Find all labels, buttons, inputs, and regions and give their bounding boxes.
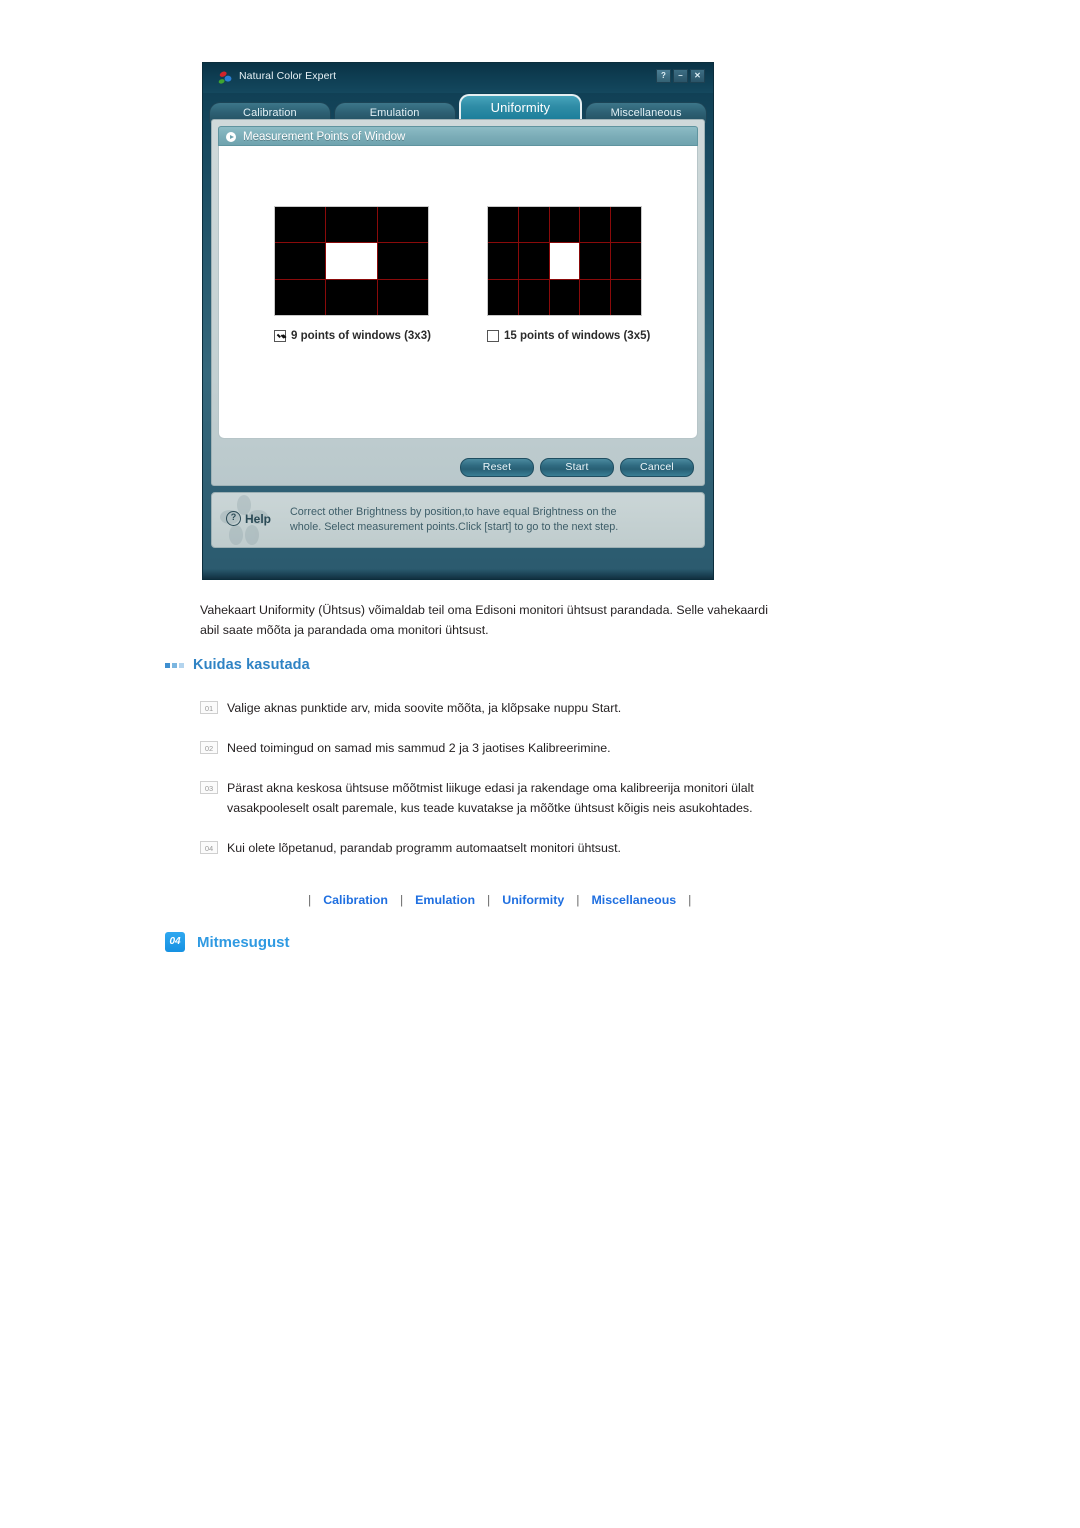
grid-cell (580, 243, 611, 279)
list-item: 04 Kui olete lõpetanud, parandab program… (200, 838, 780, 858)
reset-button[interactable]: Reset (460, 458, 534, 477)
grid-cell (611, 243, 641, 279)
grid-cell-lit (326, 243, 377, 279)
bottom-section-heading: 04 Mitmesugust (165, 932, 290, 952)
nav-link-emulation[interactable]: Emulation (415, 893, 475, 907)
checkbox-9-points[interactable] (274, 330, 286, 342)
grid-cell (377, 279, 428, 315)
window-titlebar: Natural Color Expert ? – ✕ (203, 63, 713, 93)
play-circle-icon (226, 132, 236, 142)
step-number: 03 (200, 781, 218, 794)
window-controls: ? – ✕ (656, 69, 705, 83)
close-button[interactable]: ✕ (690, 69, 705, 83)
grid-cell (611, 279, 641, 315)
color-dots-logo-icon (218, 71, 232, 84)
natural-color-expert-window: Natural Color Expert ? – ✕ Calibration E… (202, 62, 714, 580)
bullet-squares-icon (165, 662, 184, 668)
nav-separator: | (576, 893, 580, 907)
grid-cell (275, 243, 326, 279)
list-item: 02 Need toimingud on samad mis sammud 2 … (200, 738, 780, 758)
nav-separator: | (688, 893, 692, 907)
grid-cell (549, 207, 580, 243)
grid-cell (488, 243, 518, 279)
option-9-points[interactable]: 9 points of windows (3x3) (274, 206, 431, 342)
grid-cell (377, 207, 428, 243)
tab-bar: Calibration Emulation Uniformity Miscell… (209, 93, 707, 123)
checkbox-label-15-points: 15 points of windows (3x5) (504, 330, 651, 342)
grid-cell (326, 207, 377, 243)
grid-cell (518, 207, 549, 243)
nav-separator: | (487, 893, 491, 907)
help-button[interactable]: ? (656, 69, 671, 83)
intro-paragraph: Vahekaart Uniformity (Ühtsus) võimaldab … (200, 603, 768, 637)
steps-list: 01 Valige aknas punktide arv, mida soovi… (200, 698, 780, 878)
step-text: Kui olete lõpetanud, parandab programm a… (227, 841, 621, 855)
grid-cell (488, 207, 518, 243)
step-text: Need toimingud on samad mis sammud 2 ja … (227, 741, 611, 755)
step-text: Pärast akna keskosa ühtsuse mõõtmist lii… (227, 781, 754, 815)
grid-cell (377, 243, 428, 279)
checkbox-row-15-points[interactable]: 15 points of windows (3x5) (487, 330, 650, 342)
page-nav-links: | Calibration | Emulation | Uniformity |… (296, 893, 703, 907)
grid-preview-3x5 (487, 206, 642, 316)
section-badge: 04 (165, 932, 185, 952)
help-label: Help (245, 511, 272, 526)
nav-link-miscellaneous[interactable]: Miscellaneous (591, 893, 676, 907)
help-text: Correct other Brightness by position,to … (290, 505, 696, 535)
measurement-grid-options: 9 points of windows (3x3) 15 points of w… (219, 146, 697, 342)
grid-cell (275, 207, 326, 243)
grid-cell (326, 279, 377, 315)
grid-cell (549, 279, 580, 315)
grid-cell (488, 279, 518, 315)
nav-separator: | (399, 893, 404, 907)
question-circle-icon: ? (226, 511, 241, 526)
action-buttons: Reset Start Cancel (460, 458, 694, 477)
group-body: 9 points of windows (3x3) 15 points of w… (218, 146, 698, 439)
bottom-section-title: Mitmesugust (197, 933, 290, 951)
list-item: 01 Valige aknas punktide arv, mida soovi… (200, 698, 780, 718)
checkbox-label-9-points: 9 points of windows (3x3) (291, 330, 431, 342)
group-header-label: Measurement Points of Window (243, 131, 406, 143)
help-text-line2: whole. Select measurement points.Click [… (290, 521, 619, 533)
section-title: Kuidas kasutada (193, 657, 310, 673)
uniformity-panel: Measurement Points of Window 9 points of… (211, 119, 705, 486)
help-bar: ? Help Correct other Brightness by posit… (211, 492, 705, 548)
checkbox-row-9-points[interactable]: 9 points of windows (3x3) (274, 330, 431, 342)
grid-cell (275, 279, 326, 315)
checkbox-15-points[interactable] (487, 330, 499, 342)
nav-link-uniformity[interactable]: Uniformity (502, 893, 564, 907)
grid-cell (518, 243, 549, 279)
grid-preview-3x3 (274, 206, 429, 316)
list-item: 03 Pärast akna keskosa ühtsuse mõõtmist … (200, 778, 780, 818)
grid-cell (611, 207, 641, 243)
grid-cell (518, 279, 549, 315)
tab-uniformity[interactable]: Uniformity (458, 94, 583, 119)
help-label-group: ? Help (226, 511, 271, 526)
cancel-button[interactable]: Cancel (620, 458, 694, 477)
minimize-button[interactable]: – (673, 69, 688, 83)
step-number: 02 (200, 741, 218, 754)
step-number: 04 (200, 841, 218, 854)
help-text-line1: Correct other Brightness by position,to … (290, 506, 617, 518)
window-footer (203, 569, 713, 579)
group-header: Measurement Points of Window (218, 126, 698, 146)
nav-link-calibration[interactable]: Calibration (323, 893, 388, 907)
grid-cell (580, 279, 611, 315)
step-text: Valige aknas punktide arv, mida soovite … (227, 701, 622, 715)
option-15-points[interactable]: 15 points of windows (3x5) (487, 206, 650, 342)
app-title: Natural Color Expert (239, 70, 337, 82)
nav-separator: | (308, 893, 312, 907)
grid-cell-lit (549, 243, 580, 279)
start-button[interactable]: Start (540, 458, 614, 477)
section-heading: Kuidas kasutada (165, 657, 310, 673)
step-number: 01 (200, 701, 218, 714)
grid-cell (580, 207, 611, 243)
